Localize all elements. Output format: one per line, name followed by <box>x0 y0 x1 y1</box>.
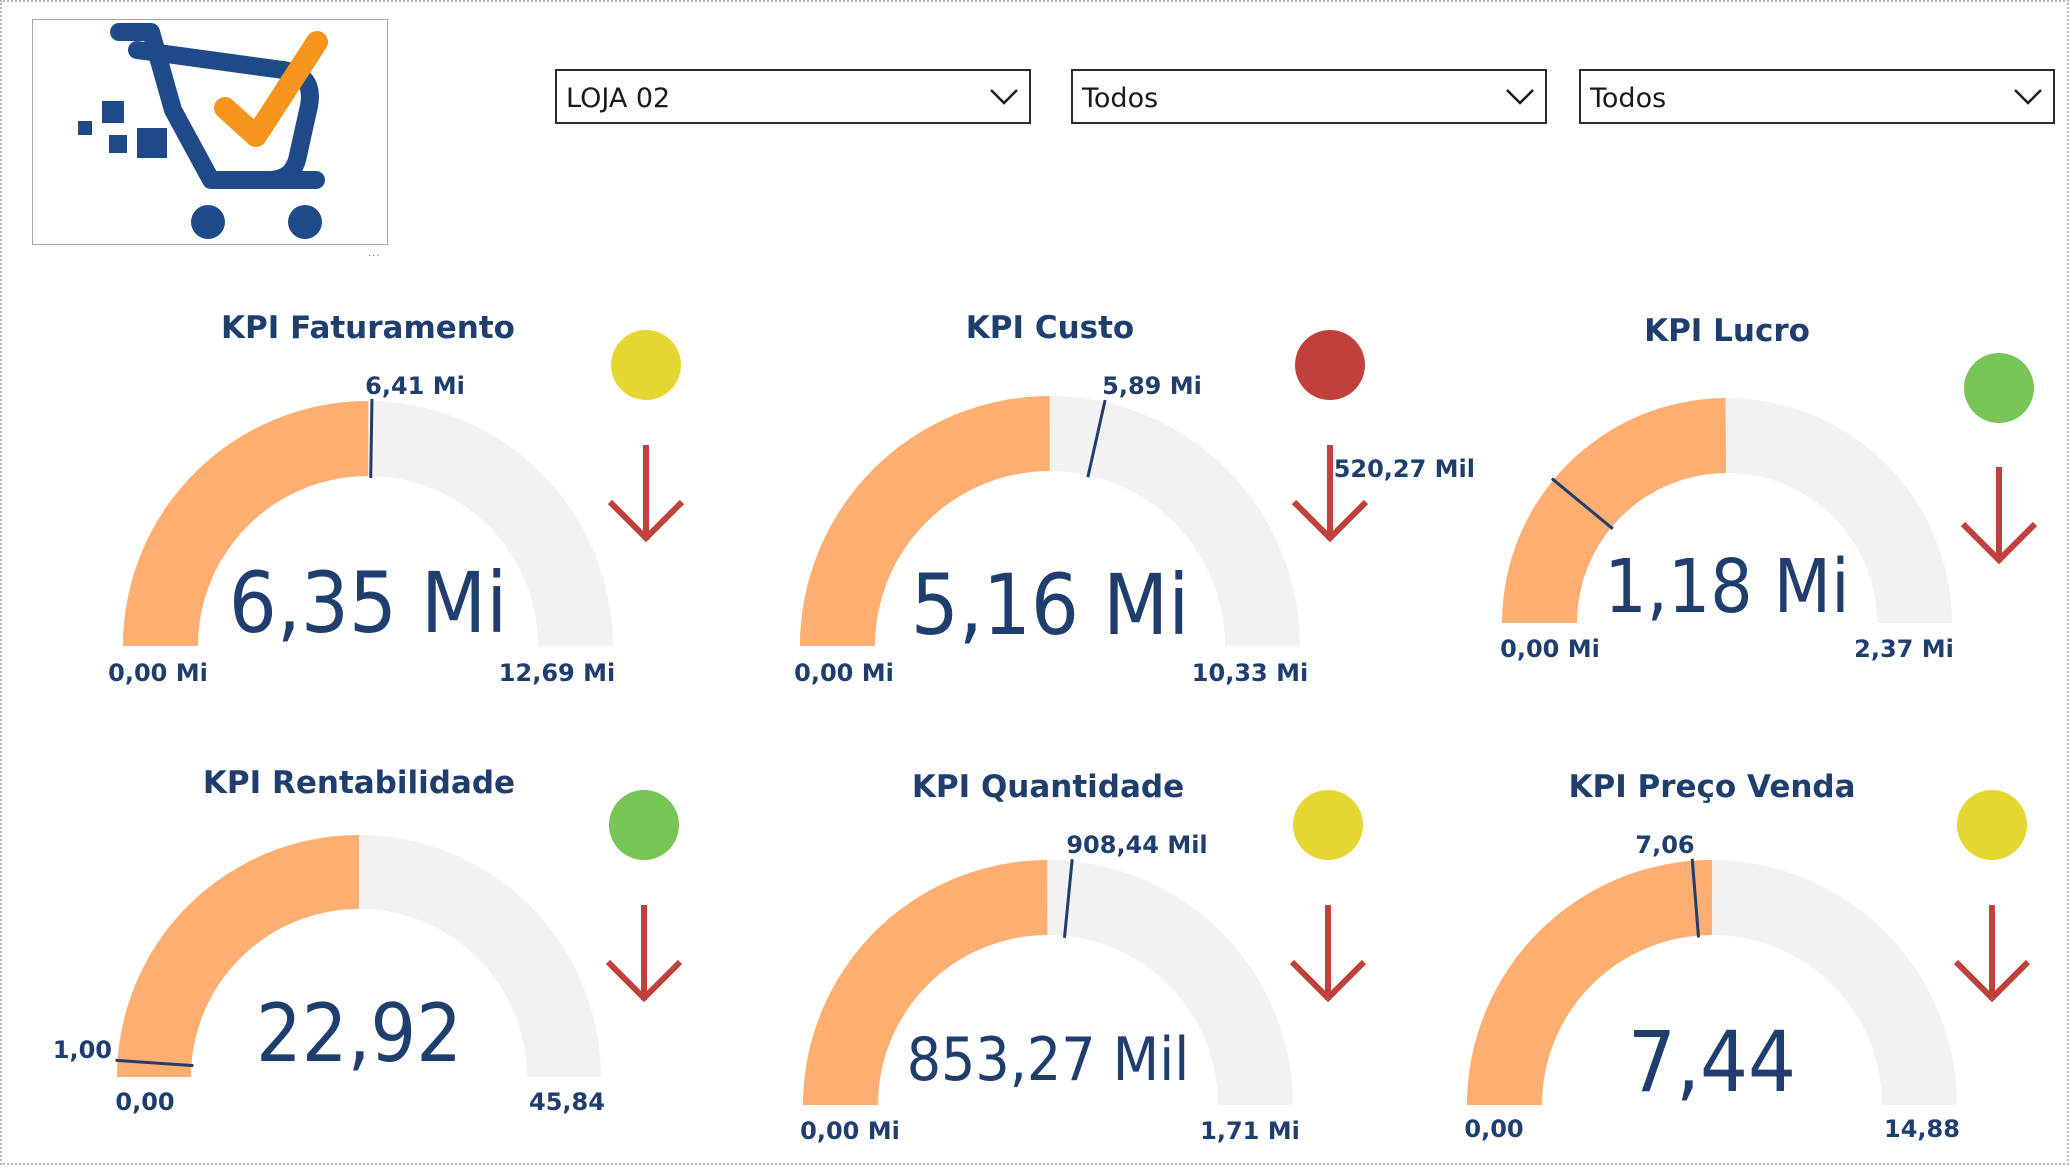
arrow-down-icon <box>1289 905 1367 1003</box>
kpi-card[interactable]: KPI Faturamento 6,35 Mi 0,00 Mi 12,69 Mi 6,4… <box>108 310 685 687</box>
report-canvas: ··· LOJA 02 Todos Todos KPI Faturamento 6… <box>0 0 2069 1165</box>
gauge-min-label: 0,00 Mi <box>1500 635 1600 663</box>
gauge-target-label: 520,27 Mil <box>1334 455 1475 483</box>
status-dot-icon <box>1295 330 1365 400</box>
kpi-value: 853,27 Mil <box>907 1025 1190 1095</box>
status-dot-icon <box>611 330 681 400</box>
status-dot-icon <box>1964 353 2034 423</box>
gauge-target-label: 908,44 Mil <box>1066 831 1207 859</box>
kpi-title: KPI Preço Venda <box>1568 769 1855 805</box>
kpi-card[interactable]: KPI Rentabilidade 22,92 0,00 45,84 1,00 <box>53 765 683 1116</box>
gauge-min-label: 0,00 <box>1464 1115 1523 1143</box>
gauge-min-label: 0,00 <box>115 1088 174 1116</box>
gauge-target-label: 1,00 <box>53 1036 112 1064</box>
kpi-value: 6,35 Mi <box>229 554 507 652</box>
kpi-card[interactable]: KPI Lucro 1,18 Mi0,00 Mi 2,37 Mi 520,27 Mil <box>1334 313 2038 663</box>
status-dot-icon <box>1293 790 1363 860</box>
gauge-target-label: 5,89 Mi <box>1102 372 1202 400</box>
kpi-title: KPI Quantidade <box>912 769 1184 805</box>
kpi-card[interactable]: KPI Custo 5,16 Mi 0,00 Mi 10,33 Mi 5,89 Mi <box>794 310 1369 687</box>
kpi-title: KPI Lucro <box>1644 313 1810 349</box>
arrow-down-icon <box>1953 905 2031 1003</box>
kpi-value: 22,92 <box>256 987 462 1080</box>
kpi-title: KPI Rentabilidade <box>203 765 515 801</box>
arrow-down-icon <box>607 445 685 543</box>
gauge-min-label: 0,00 Mi <box>794 659 894 687</box>
kpi-value: 5,16 Mi <box>911 556 1189 654</box>
kpi-card[interactable]: KPI Quantidade 853,27 Mil0,00 Mi 1,71 Mi 90… <box>800 769 1367 1145</box>
gauge-target-needle <box>369 399 374 479</box>
gauge-target-label: 7,06 <box>1635 831 1694 859</box>
gauge-target-label: 6,41 Mi <box>365 372 465 400</box>
gauge-max-label: 12,69 Mi <box>499 659 615 687</box>
status-dot-icon <box>1957 790 2027 860</box>
kpi-title: KPI Faturamento <box>221 310 515 346</box>
gauge-max-label: 1,71 Mi <box>1200 1117 1300 1145</box>
arrow-down-icon <box>605 905 683 1003</box>
kpi-gauges-area: KPI Faturamento 6,35 Mi 0,00 Mi 12,69 Mi 6,4… <box>53 310 2038 1145</box>
gauge-max-label: 2,37 Mi <box>1854 635 1954 663</box>
kpi-title: KPI Custo <box>966 310 1134 346</box>
gauge-min-label: 0,00 Mi <box>800 1117 900 1145</box>
gauge-max-label: 45,84 <box>529 1088 605 1116</box>
gauge-max-label: 14,88 <box>1884 1115 1960 1143</box>
gauge-max-label: 10,33 Mi <box>1192 659 1308 687</box>
kpi-value: 7,44 <box>1628 1013 1796 1111</box>
kpi-card[interactable]: KPI Preço Venda 7,44 0,00 14,88 7,06 <box>1464 769 2031 1143</box>
status-dot-icon <box>609 790 679 860</box>
kpi-value: 1,18 Mi <box>1604 544 1849 630</box>
gauge-min-label: 0,00 Mi <box>108 659 208 687</box>
arrow-down-icon <box>1960 467 2038 565</box>
